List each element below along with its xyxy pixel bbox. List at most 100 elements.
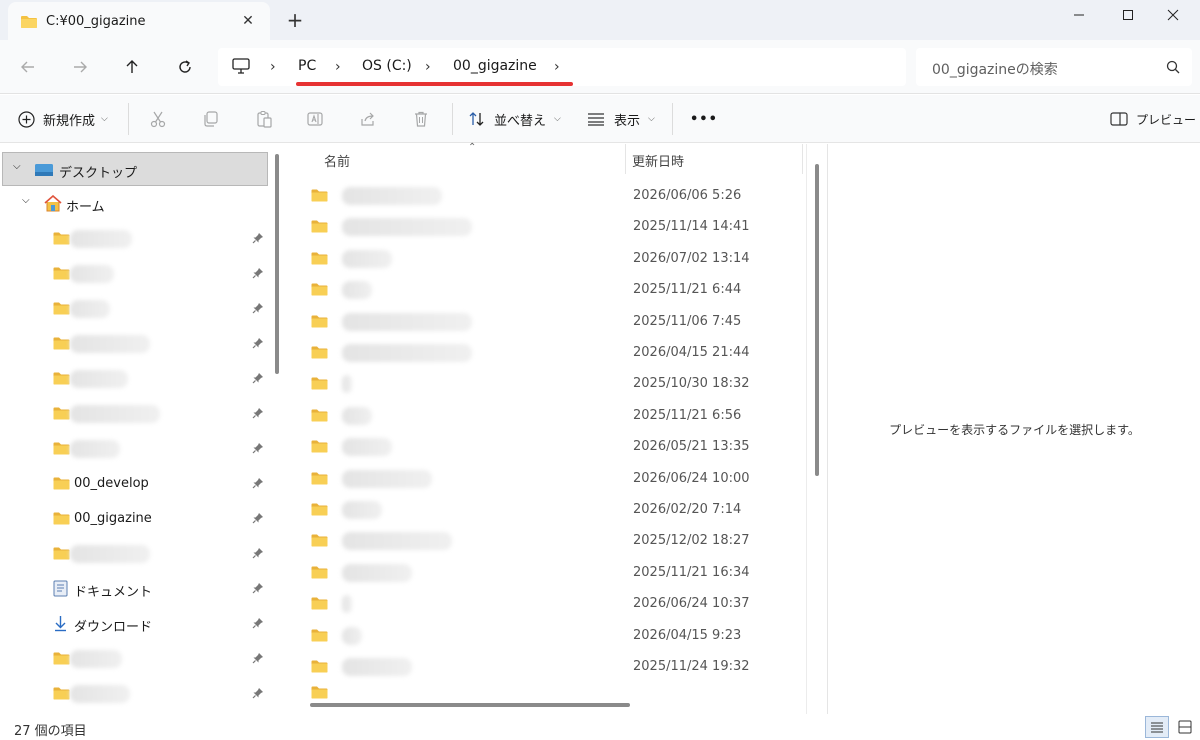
paste-button[interactable] xyxy=(255,107,281,131)
more-options-button[interactable]: ••• xyxy=(690,107,718,131)
sidebar-item[interactable]: 00_develop xyxy=(0,467,270,501)
minimize-button[interactable] xyxy=(1056,0,1102,30)
column-header-date[interactable]: 更新日時 xyxy=(632,144,802,174)
close-window-button[interactable] xyxy=(1150,0,1196,30)
chevron-right-icon[interactable]: › xyxy=(554,59,560,75)
table-row[interactable]: 2026/02/20 7:14 xyxy=(300,494,800,525)
pin-icon[interactable] xyxy=(252,372,264,388)
table-row[interactable]: 2026/04/15 21:44 xyxy=(300,337,800,368)
table-row[interactable]: 2026/05/21 13:35 xyxy=(300,431,800,462)
table-row[interactable]: 2026/06/24 10:37 xyxy=(300,588,800,619)
sidebar-item-desktop[interactable]: ⌵ デスクトップ xyxy=(2,152,268,186)
pin-icon[interactable] xyxy=(252,547,264,563)
column-divider[interactable] xyxy=(802,144,803,174)
folder-icon xyxy=(53,337,70,354)
sidebar-item[interactable] xyxy=(0,362,270,396)
maximize-button[interactable] xyxy=(1105,0,1151,30)
file-list-horizontal-scrollbar[interactable] xyxy=(310,703,630,707)
table-row[interactable]: 2025/12/02 18:27 xyxy=(300,525,800,556)
pin-icon[interactable] xyxy=(252,512,264,528)
table-row[interactable] xyxy=(300,680,800,700)
file-list-vertical-scrollbar[interactable] xyxy=(815,164,819,476)
new-button[interactable]: 新規作成 ⌵ xyxy=(18,107,108,131)
table-row[interactable]: 2025/11/21 16:34 xyxy=(300,557,800,588)
breadcrumb-00-gigazine[interactable]: 00_gigazine xyxy=(453,58,537,74)
folder-icon xyxy=(53,267,70,284)
details-view-button[interactable] xyxy=(1145,716,1169,738)
sidebar-item[interactable] xyxy=(0,222,270,256)
modified-date: 2026/05/21 13:35 xyxy=(633,439,750,455)
table-row[interactable]: 2025/11/21 6:56 xyxy=(300,400,800,431)
pin-icon[interactable] xyxy=(252,442,264,458)
pin-icon[interactable] xyxy=(252,302,264,318)
sort-button[interactable]: 並べ替え ⌵ xyxy=(468,107,561,131)
sidebar-item[interactable] xyxy=(0,537,270,571)
tiles-view-button[interactable] xyxy=(1173,716,1197,738)
sidebar-item[interactable] xyxy=(0,397,270,431)
redacted-file-name xyxy=(342,406,372,425)
pin-icon[interactable] xyxy=(252,267,264,283)
address-bar[interactable]: › PC › OS (C:) › 00_gigazine › xyxy=(218,48,906,86)
pin-icon[interactable] xyxy=(252,337,264,353)
table-row[interactable]: 2025/11/14 14:41 xyxy=(300,211,800,242)
chevron-down-icon[interactable]: ⌵ xyxy=(13,161,21,172)
pin-icon[interactable] xyxy=(252,477,264,493)
modified-date: 2026/06/24 10:37 xyxy=(633,596,750,612)
sidebar-item[interactable] xyxy=(0,642,270,676)
rename-button[interactable] xyxy=(306,107,332,131)
redacted-file-name xyxy=(342,658,412,676)
sidebar-item[interactable] xyxy=(0,257,270,291)
pin-icon[interactable] xyxy=(252,617,264,633)
folder-icon xyxy=(311,346,328,363)
table-row[interactable]: 2025/10/30 18:32 xyxy=(300,368,800,399)
pin-icon[interactable] xyxy=(252,687,264,703)
sidebar-item[interactable]: 00_gigazine xyxy=(0,502,270,536)
sidebar-item[interactable] xyxy=(0,432,270,466)
sidebar-item[interactable] xyxy=(0,327,270,361)
pin-icon[interactable] xyxy=(252,407,264,423)
share-icon xyxy=(361,112,374,126)
sidebar-item[interactable] xyxy=(0,292,270,326)
chevron-right-icon[interactable]: › xyxy=(425,59,431,75)
table-row[interactable]: 2025/11/21 6:44 xyxy=(300,274,800,305)
table-row[interactable]: 2025/11/06 7:45 xyxy=(300,306,800,337)
table-row[interactable]: 2026/04/15 9:23 xyxy=(300,620,800,651)
sidebar-item[interactable]: ドキュメント xyxy=(0,572,270,606)
new-tab-button[interactable]: + xyxy=(284,8,306,32)
chevron-down-icon[interactable]: ⌵ xyxy=(22,195,30,206)
folder-icon xyxy=(311,189,328,206)
chevron-right-icon[interactable]: › xyxy=(335,59,341,75)
back-button[interactable] xyxy=(14,54,42,80)
copy-button[interactable] xyxy=(202,107,228,131)
search-box[interactable]: 00_gigazineの検索 xyxy=(916,48,1192,86)
chevron-down-icon: ⌵ xyxy=(554,114,561,124)
forward-button[interactable] xyxy=(66,54,94,80)
table-row[interactable]: 2026/07/02 13:14 xyxy=(300,243,800,274)
share-button[interactable] xyxy=(359,107,385,131)
column-header-name[interactable]: 名前 xyxy=(324,144,624,174)
column-divider[interactable] xyxy=(625,144,626,174)
refresh-button[interactable] xyxy=(171,54,199,80)
pin-icon[interactable] xyxy=(252,232,264,248)
details-view-icon xyxy=(1151,722,1163,733)
pin-icon[interactable] xyxy=(252,582,264,598)
sidebar-scrollbar[interactable] xyxy=(275,154,279,374)
sidebar-item-home[interactable]: ⌵ ホーム xyxy=(0,187,270,221)
cut-button[interactable] xyxy=(149,107,175,131)
table-row[interactable]: 2026/06/24 10:00 xyxy=(300,463,800,494)
preview-toggle-button[interactable]: プレビュー xyxy=(1110,107,1196,131)
breadcrumb-pc[interactable]: PC xyxy=(298,58,316,74)
search-icon[interactable] xyxy=(1166,60,1180,78)
delete-button[interactable] xyxy=(412,107,438,131)
breadcrumb-os-c[interactable]: OS (C:) xyxy=(362,58,412,74)
sidebar-item[interactable] xyxy=(0,677,270,711)
up-button[interactable] xyxy=(118,54,146,80)
view-button[interactable]: 表示 ⌵ xyxy=(586,107,655,131)
sidebar-item[interactable]: ダウンロード xyxy=(0,607,270,641)
tab-00-gigazine[interactable]: C:¥00_gigazine ✕ xyxy=(8,2,270,40)
close-tab-icon[interactable]: ✕ xyxy=(238,11,258,31)
pin-icon[interactable] xyxy=(252,652,264,668)
table-row[interactable]: 2025/11/24 19:32 xyxy=(300,651,800,682)
table-row[interactable]: 2026/06/06 5:26 xyxy=(300,180,800,211)
chevron-right-icon[interactable]: › xyxy=(270,59,276,75)
